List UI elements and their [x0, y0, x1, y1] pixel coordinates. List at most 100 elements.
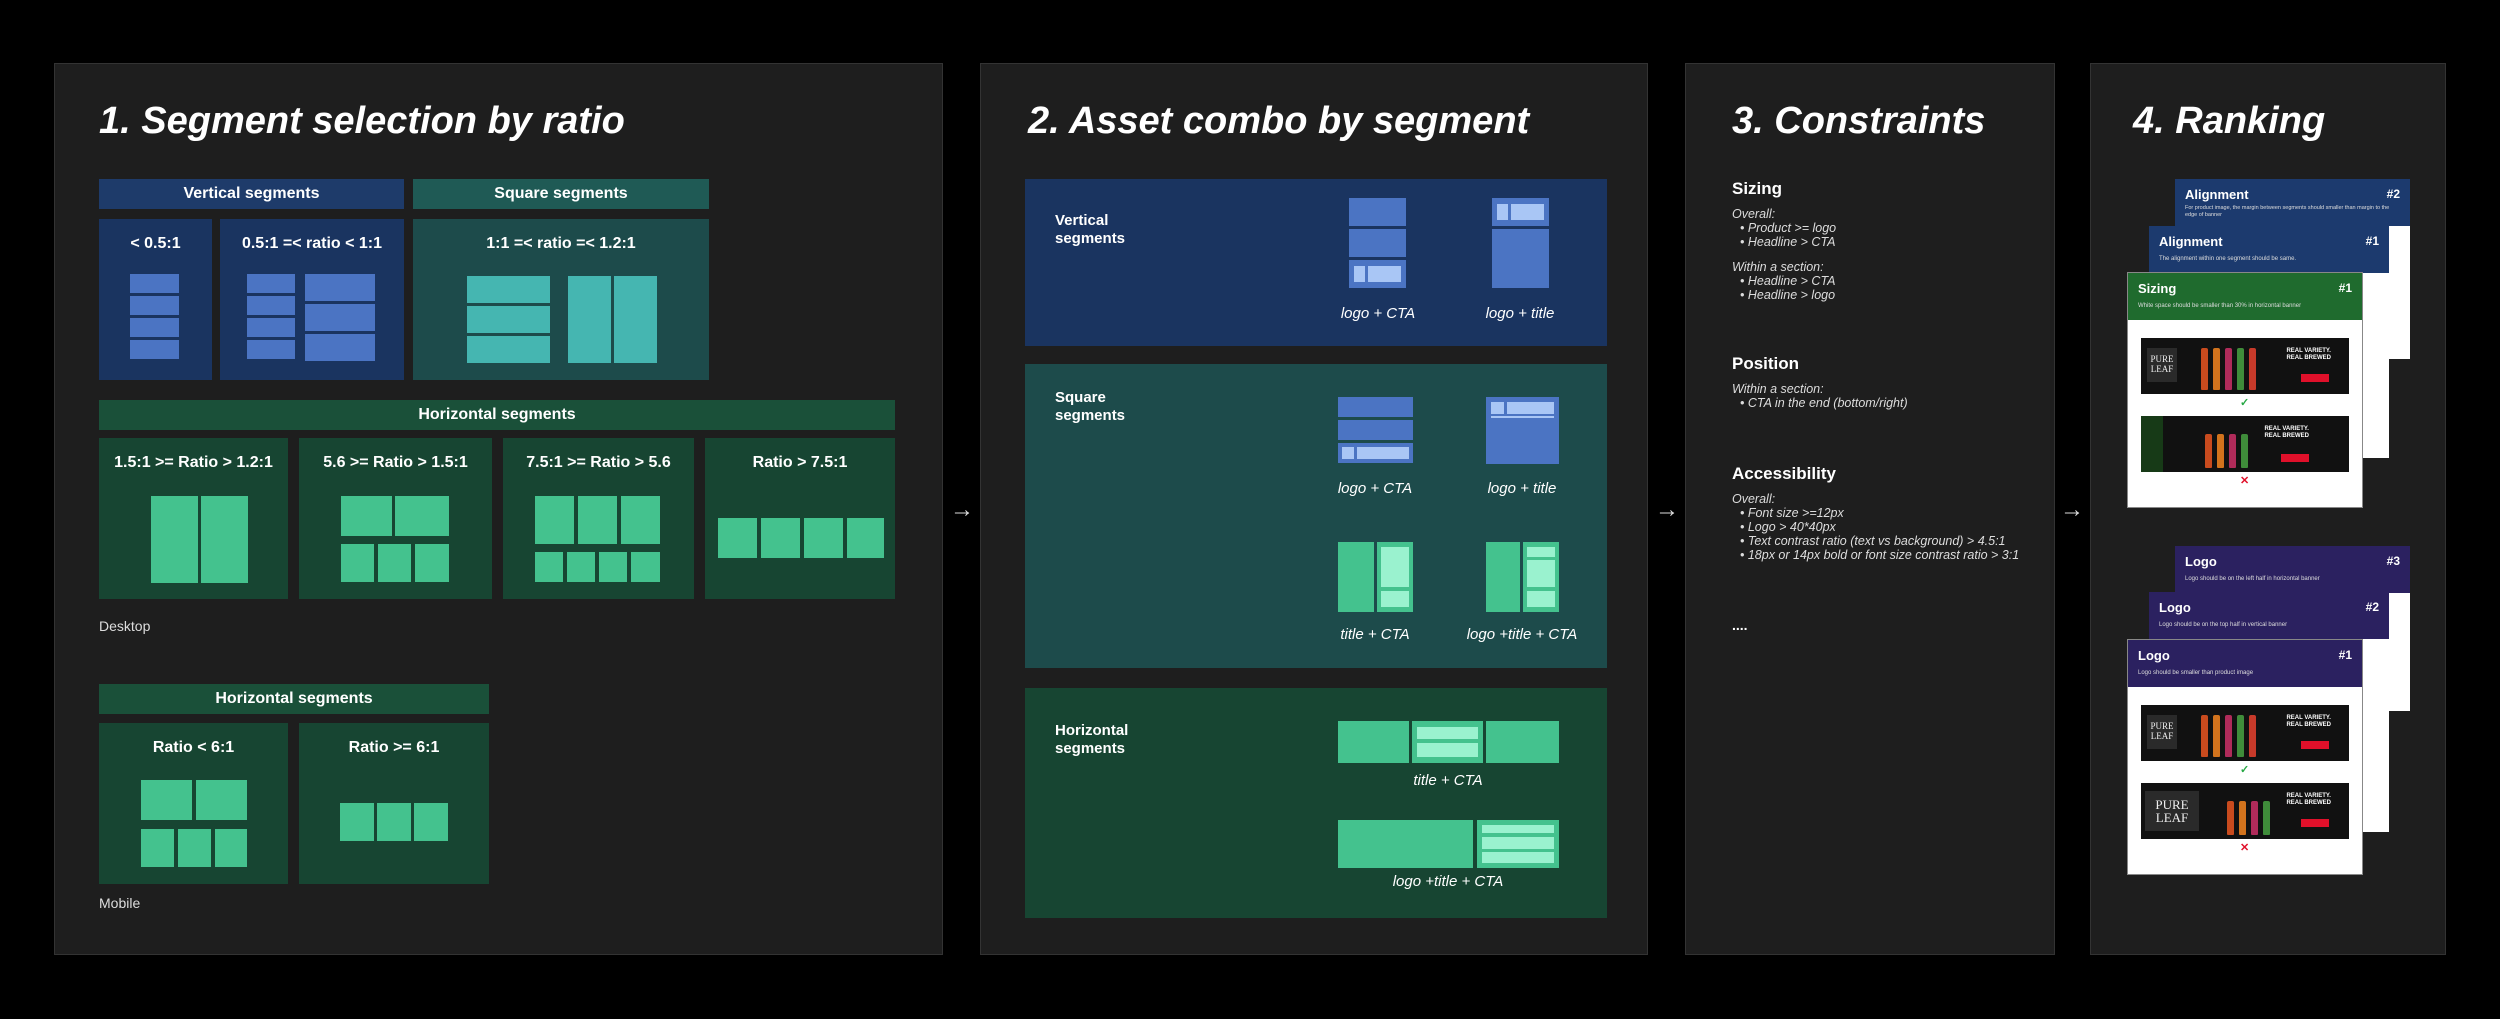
- logo-block: [1482, 825, 1554, 833]
- block: [631, 552, 660, 582]
- banner-cta: [2301, 741, 2329, 749]
- card-rank: #1: [2365, 234, 2379, 248]
- block: [535, 552, 563, 582]
- card-header: Logo #2 Logo should be on the top half i…: [2149, 592, 2389, 639]
- caption: logo + CTA: [1337, 480, 1413, 497]
- position-bullet: • CTA in the end (bottom/right): [1740, 396, 1908, 410]
- block: [130, 274, 179, 293]
- block: [1338, 820, 1473, 868]
- block: [305, 274, 375, 301]
- rank-card-sizing-1: Sizing #1 White space should be smaller …: [2127, 272, 2363, 508]
- cross-icon: ✕: [2240, 475, 2250, 487]
- card-desc: White space should be smaller than 30% i…: [2138, 303, 2302, 309]
- card-rank: #1: [2338, 281, 2352, 295]
- card-title: Logo: [2159, 600, 2191, 615]
- segment-h4: Ratio > 7.5:1: [705, 438, 895, 599]
- sizing-bullet: • Headline > logo: [1740, 288, 1836, 302]
- block: [718, 518, 757, 558]
- segment-h2-label: 5.6 >= Ratio > 1.5:1: [323, 454, 468, 471]
- arrow-right-icon: →: [1655, 496, 1679, 523]
- title-block: [1417, 727, 1478, 739]
- cta-block: [1357, 447, 1409, 459]
- bottle-icon: [2227, 801, 2234, 835]
- segment-v2-label: 0.5:1 =< ratio < 1:1: [241, 235, 383, 252]
- block: [1338, 420, 1413, 440]
- card-header: Logo #1 Logo should be smaller than prod…: [2128, 640, 2362, 687]
- block: [1338, 542, 1374, 612]
- block: [395, 496, 449, 536]
- card-desc: Logo should be smaller than product imag…: [2138, 670, 2254, 676]
- panel-title: 2. Asset combo by segment: [1028, 100, 1530, 142]
- banner-cta: [2301, 819, 2329, 827]
- section-label: Horizontal segments: [1055, 722, 1129, 757]
- bottle-icon: [2263, 801, 2270, 835]
- brand-logo: PURE LEAF: [2147, 348, 2177, 382]
- block: [535, 496, 574, 544]
- block: [305, 304, 375, 331]
- bottle-icon: [2213, 715, 2220, 757]
- block: [377, 803, 411, 841]
- card-header: Logo #3 Logo should be on the left half …: [2175, 546, 2410, 593]
- card-desc: Logo should be on the left half in horiz…: [2185, 576, 2320, 582]
- sizing-overall: Overall:: [1732, 207, 1776, 221]
- segment-h1: 1.5:1 >= Ratio > 1.2:1: [99, 438, 288, 599]
- card-rank: #2: [2365, 600, 2379, 614]
- segment-square-label: 1:1 =< ratio =< 1.2:1: [486, 235, 636, 252]
- brand-logo-text: PURE LEAF: [2150, 354, 2174, 374]
- brand-logo-text: PURE LEAF: [2150, 721, 2174, 741]
- segment-v2: 0.5:1 =< ratio < 1:1: [220, 219, 404, 380]
- card-rank: #2: [2386, 187, 2400, 201]
- divider: [1491, 416, 1554, 460]
- block: [467, 306, 550, 333]
- card-title: Logo: [2185, 554, 2217, 569]
- block: [130, 296, 179, 315]
- segment-h3-label: 7.5:1 >= Ratio > 5.6: [526, 454, 671, 471]
- banner-headline: REAL VARIETY. REAL BREWED: [2286, 348, 2331, 361]
- sizing-bullet: • Headline > CTA: [1740, 235, 1836, 249]
- title-block: [1507, 402, 1554, 414]
- block: [341, 544, 374, 582]
- card-desc: For product image, the margin between se…: [2185, 205, 2390, 218]
- accessibility-bullet: • Font size >=12px: [1740, 506, 1844, 520]
- block: [247, 340, 295, 359]
- title-block: [1511, 204, 1544, 220]
- bottle-icon: [2213, 348, 2220, 390]
- panel-ranking: 4. Ranking Alignment #2 For product imag…: [2090, 63, 2446, 955]
- position-within: Within a section:: [1732, 382, 1824, 396]
- caption: logo + title: [1487, 480, 1557, 497]
- logo-block: [1497, 204, 1508, 220]
- block: [467, 276, 550, 303]
- block: [378, 544, 411, 582]
- sizing-bullet: • Product >= logo: [1740, 221, 1837, 235]
- bottle-icon: [2229, 434, 2236, 468]
- cross-icon: ✕: [2240, 842, 2250, 854]
- segment-h1-label: 1.5:1 >= Ratio > 1.2:1: [114, 454, 273, 471]
- block: [215, 829, 247, 867]
- segment-v1-label: < 0.5:1: [130, 235, 181, 252]
- segment-m2: Ratio >= 6:1: [299, 723, 489, 884]
- check-icon: ✓: [2240, 397, 2250, 409]
- leaf-decor: [2141, 416, 2163, 472]
- card-title: Logo: [2138, 648, 2170, 663]
- bottle-icon: [2217, 434, 2224, 468]
- block: [1338, 721, 1409, 763]
- block: [614, 276, 657, 363]
- logo-block: [1491, 402, 1504, 414]
- card-desc: Logo should be on the top half in vertic…: [2159, 622, 2288, 628]
- caption: title + CTA: [1413, 772, 1483, 789]
- title-block: [1482, 837, 1554, 849]
- card-title: Alignment: [2159, 234, 2223, 249]
- caption: logo +title + CTA: [1392, 873, 1504, 890]
- card-header: Alignment #1 The alignment within one se…: [2149, 226, 2389, 273]
- block: [1492, 229, 1549, 288]
- block: [196, 780, 247, 820]
- banner-sample: PURE LEAF REAL VARIETY. REAL BREWED: [2141, 338, 2349, 394]
- panel-constraints: 3. Constraints Sizing Overall: • Product…: [1685, 63, 2055, 955]
- cta-block: [1482, 852, 1554, 863]
- card-desc: The alignment within one segment should …: [2159, 256, 2297, 262]
- segment-m1-label: Ratio < 6:1: [152, 739, 235, 756]
- title-block: [1381, 547, 1409, 587]
- caption: logo +title + CTA: [1466, 626, 1578, 643]
- block: [568, 276, 611, 363]
- block: [578, 496, 617, 544]
